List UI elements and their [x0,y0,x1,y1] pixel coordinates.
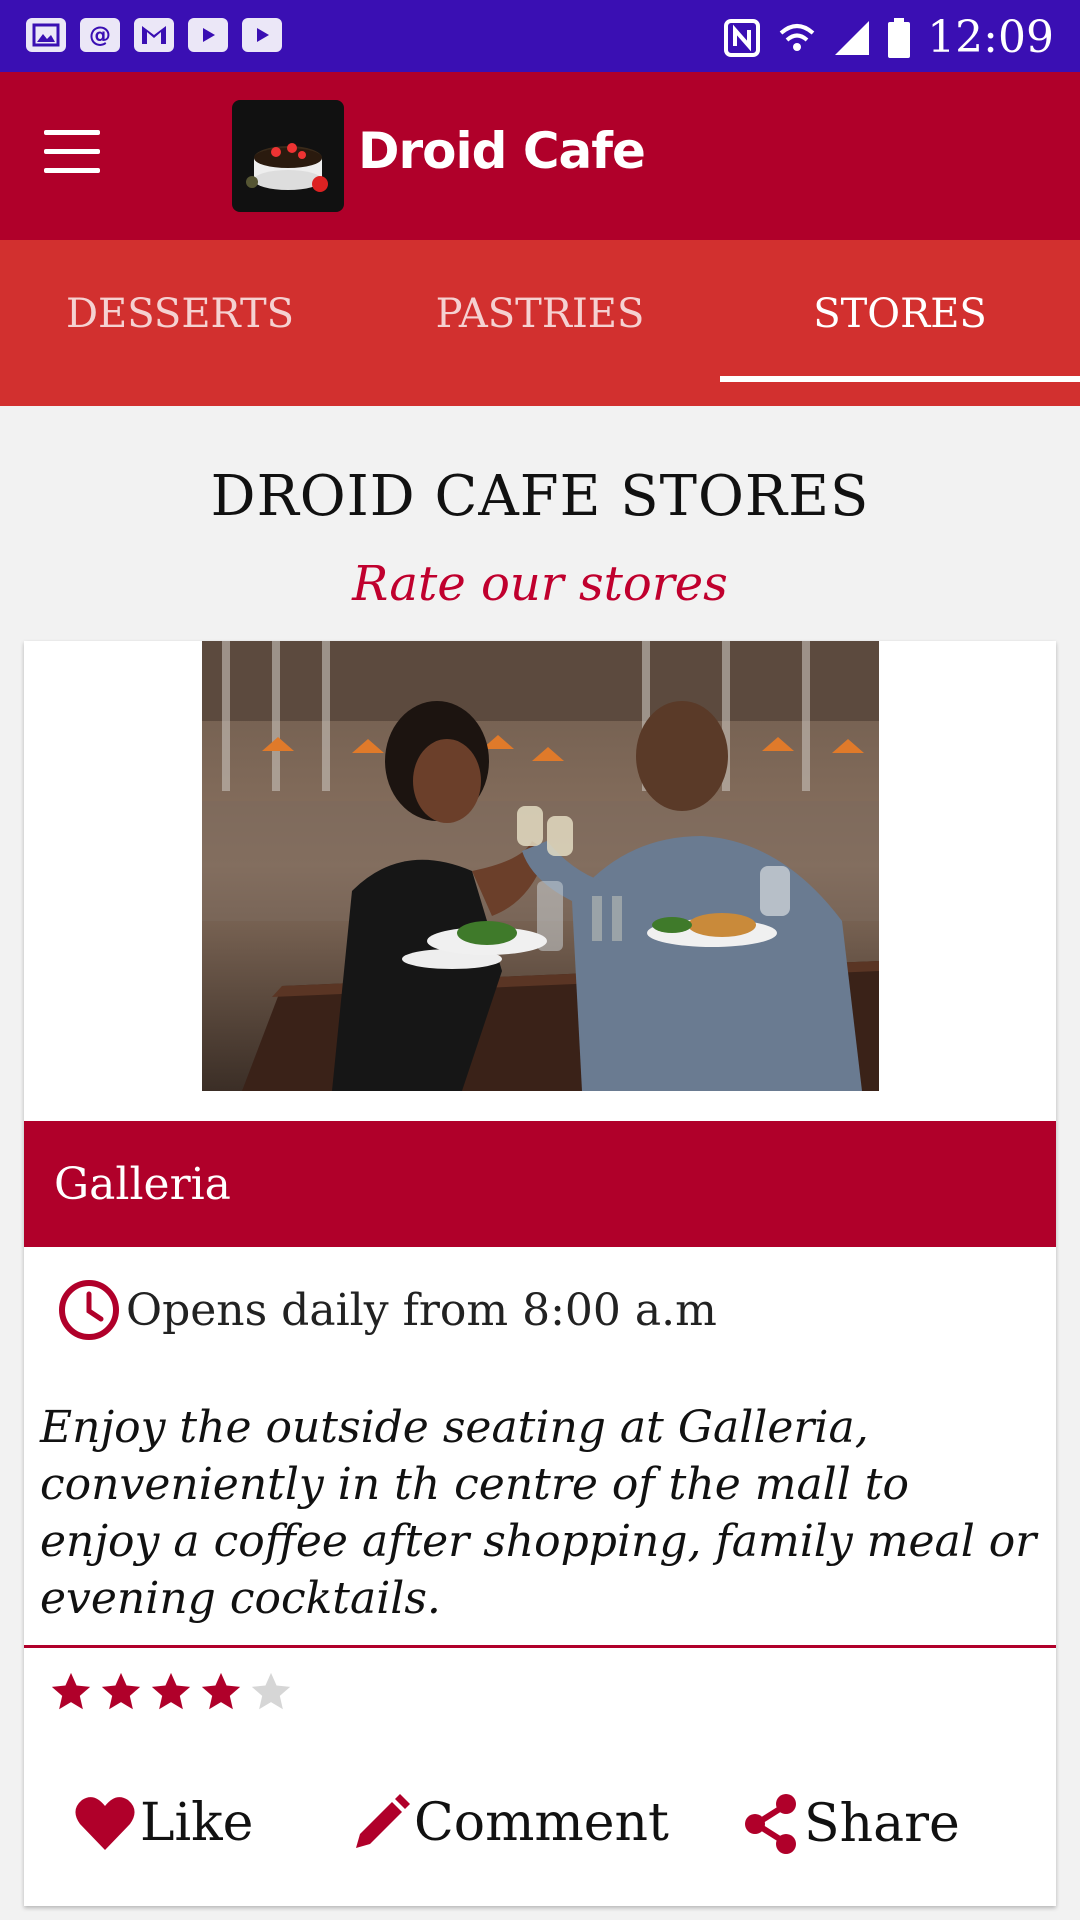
image-icon [26,18,66,52]
app-title: Droid Cafe [358,122,646,180]
menu-icon[interactable] [44,130,100,174]
star-filled-icon[interactable] [198,1669,244,1715]
clock-time: 12:09 [927,12,1054,63]
share-icon [745,1794,796,1854]
youtube-icon [188,18,228,52]
store-name-bar: Galleria [24,1121,1056,1247]
like-label: Like [140,1793,254,1853]
notification-icons: @ [26,18,282,52]
tab-bar: DESSERTS PASTRIES STORES [0,240,1080,406]
tab-desserts[interactable]: DESSERTS [0,240,360,406]
wifi-icon [779,23,815,51]
status-bar: @ 12:09 [0,0,1080,72]
signal-icon [835,20,870,55]
share-button[interactable]: Share [742,1793,960,1855]
tab-stores[interactable]: STORES [720,240,1080,406]
gmail-icon [134,18,174,52]
youtube-icon [242,18,282,52]
clock-icon [59,1280,119,1340]
tab-pastries[interactable]: PASTRIES [360,240,720,406]
comment-button[interactable]: Comment [352,1793,669,1853]
store-description: Enjoy the outside seating at Galleria, c… [40,1402,1037,1624]
page-title: DROID CAFE STORES [210,464,870,529]
like-button[interactable]: Like [74,1793,253,1853]
store-name: Galleria [54,1159,231,1210]
battery-icon [888,17,911,58]
store-hours: Opens daily from 8:00 a.m [126,1284,717,1336]
comment-label: Comment [414,1793,669,1853]
at-icon: @ [80,18,120,52]
app-bar: Droid Cafe [0,72,1080,240]
nfc-icon [724,18,761,57]
pencil-icon [356,1794,410,1848]
store-card: Galleria Opens daily from 8:00 a.m Enjoy… [24,641,1056,1906]
store-photo [202,641,879,1091]
share-label: Share [804,1794,960,1854]
system-status: 12:09 [723,12,1054,63]
heart-icon [75,1797,135,1850]
action-row: Like Comment Share [24,1793,1056,1873]
star-empty-icon[interactable] [248,1669,294,1715]
star-filled-icon[interactable] [98,1669,144,1715]
hours-row: Opens daily from 8:00 a.m [58,1279,717,1341]
page-subtitle: Rate our stores [352,556,728,612]
app-logo [232,100,344,212]
star-filled-icon[interactable] [148,1669,194,1715]
divider [24,1645,1056,1648]
rating-bar[interactable] [48,1669,294,1715]
star-filled-icon[interactable] [48,1669,94,1715]
